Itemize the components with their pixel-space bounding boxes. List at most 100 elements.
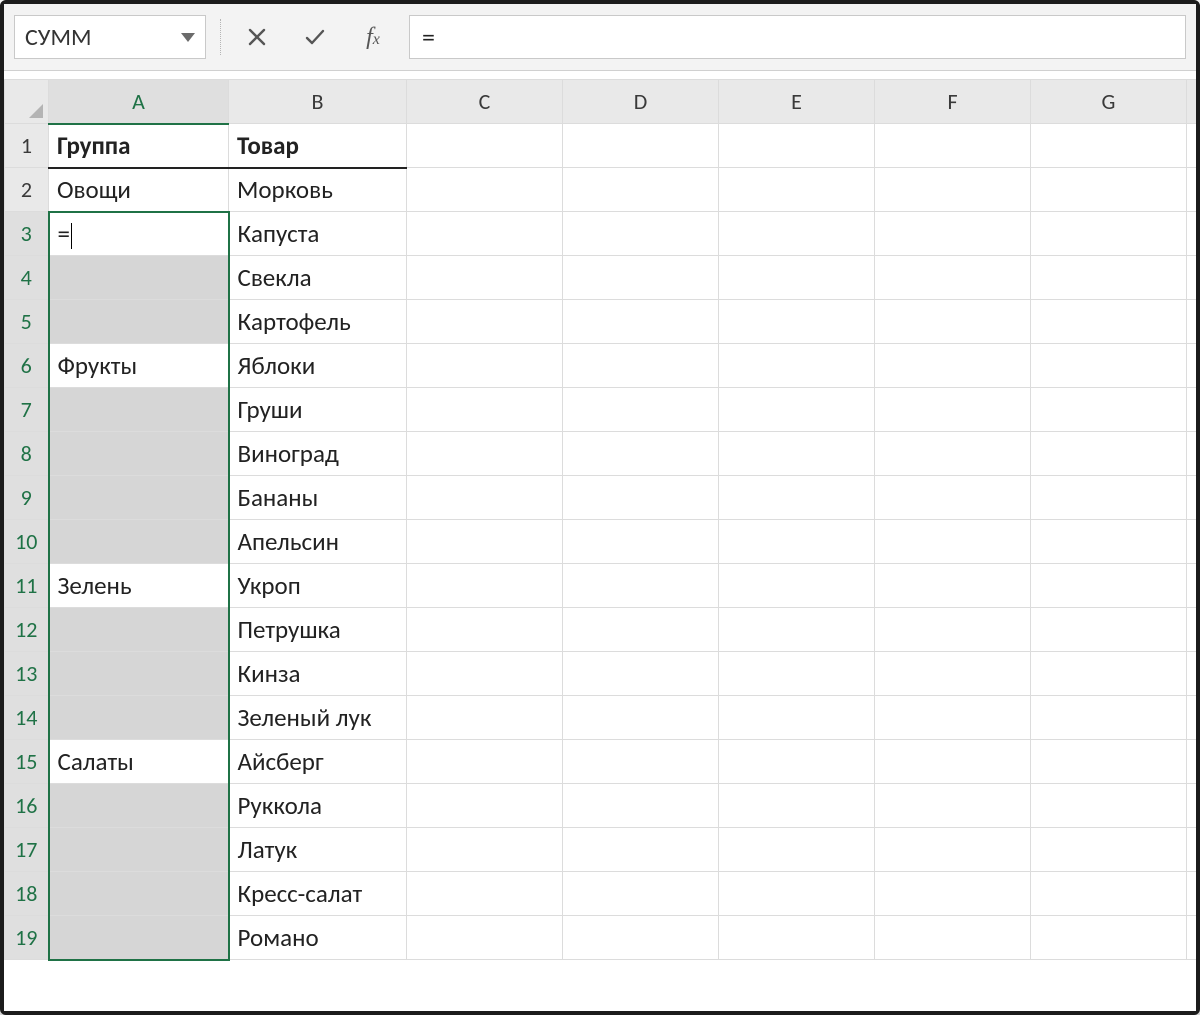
cell-H4[interactable]: [1187, 256, 1197, 300]
row-header-1[interactable]: 1: [5, 124, 49, 168]
cell-H3[interactable]: [1187, 212, 1197, 256]
column-header-H[interactable]: H: [1187, 80, 1197, 124]
row-header-15[interactable]: 15: [5, 740, 49, 784]
row-header-19[interactable]: 19: [5, 916, 49, 960]
cell-H18[interactable]: [1187, 872, 1197, 916]
cell-C18[interactable]: [407, 872, 563, 916]
column-header-B[interactable]: B: [229, 80, 407, 124]
cell-C9[interactable]: [407, 476, 563, 520]
cell-F17[interactable]: [875, 828, 1031, 872]
cell-E15[interactable]: [719, 740, 875, 784]
row-header-3[interactable]: 3: [5, 212, 49, 256]
cell-G7[interactable]: [1031, 388, 1187, 432]
cell-D9[interactable]: [563, 476, 719, 520]
cell-B10[interactable]: Апельсин: [229, 520, 407, 564]
column-header-A[interactable]: A: [49, 80, 229, 124]
cell-G9[interactable]: [1031, 476, 1187, 520]
chevron-down-icon[interactable]: [181, 33, 195, 42]
cell-H13[interactable]: [1187, 652, 1197, 696]
cell-B12[interactable]: Петрушка: [229, 608, 407, 652]
row-header-4[interactable]: 4: [5, 256, 49, 300]
cell-A16[interactable]: [49, 784, 229, 828]
cell-G15[interactable]: [1031, 740, 1187, 784]
cell-D18[interactable]: [563, 872, 719, 916]
name-box[interactable]: СУММ: [14, 15, 206, 59]
cell-H6[interactable]: [1187, 344, 1197, 388]
row-header-9[interactable]: 9: [5, 476, 49, 520]
cell-D17[interactable]: [563, 828, 719, 872]
column-header-C[interactable]: C: [407, 80, 563, 124]
cell-F14[interactable]: [875, 696, 1031, 740]
row-header-17[interactable]: 17: [5, 828, 49, 872]
cell-G18[interactable]: [1031, 872, 1187, 916]
cell-A17[interactable]: [49, 828, 229, 872]
cell-G12[interactable]: [1031, 608, 1187, 652]
cell-E4[interactable]: [719, 256, 875, 300]
cell-D7[interactable]: [563, 388, 719, 432]
cell-E18[interactable]: [719, 872, 875, 916]
cell-F7[interactable]: [875, 388, 1031, 432]
row-header-14[interactable]: 14: [5, 696, 49, 740]
cell-C17[interactable]: [407, 828, 563, 872]
row-header-16[interactable]: 16: [5, 784, 49, 828]
cell-D5[interactable]: [563, 300, 719, 344]
row-header-6[interactable]: 6: [5, 344, 49, 388]
cell-G5[interactable]: [1031, 300, 1187, 344]
cell-B9[interactable]: Бананы: [229, 476, 407, 520]
cell-G1[interactable]: [1031, 124, 1187, 168]
insert-function-button[interactable]: fx: [351, 24, 395, 51]
cell-C12[interactable]: [407, 608, 563, 652]
cell-A11[interactable]: Зелень: [49, 564, 229, 608]
cell-F18[interactable]: [875, 872, 1031, 916]
cell-G4[interactable]: [1031, 256, 1187, 300]
cell-H5[interactable]: [1187, 300, 1197, 344]
cell-H7[interactable]: [1187, 388, 1197, 432]
cell-E10[interactable]: [719, 520, 875, 564]
cell-D8[interactable]: [563, 432, 719, 476]
cell-C10[interactable]: [407, 520, 563, 564]
cell-C6[interactable]: [407, 344, 563, 388]
row-header-7[interactable]: 7: [5, 388, 49, 432]
cell-H16[interactable]: [1187, 784, 1197, 828]
cell-H14[interactable]: [1187, 696, 1197, 740]
select-all-button[interactable]: [5, 80, 49, 124]
cell-A9[interactable]: [49, 476, 229, 520]
cell-B1[interactable]: Товар: [229, 124, 407, 168]
cell-F9[interactable]: [875, 476, 1031, 520]
cell-D4[interactable]: [563, 256, 719, 300]
cell-G17[interactable]: [1031, 828, 1187, 872]
cell-A12[interactable]: [49, 608, 229, 652]
cell-A18[interactable]: [49, 872, 229, 916]
cell-A3[interactable]: =: [49, 212, 229, 256]
column-header-F[interactable]: F: [875, 80, 1031, 124]
cell-D14[interactable]: [563, 696, 719, 740]
cell-F4[interactable]: [875, 256, 1031, 300]
cell-E7[interactable]: [719, 388, 875, 432]
cell-A10[interactable]: [49, 520, 229, 564]
row-header-18[interactable]: 18: [5, 872, 49, 916]
cell-H11[interactable]: [1187, 564, 1197, 608]
column-header-E[interactable]: E: [719, 80, 875, 124]
cell-F13[interactable]: [875, 652, 1031, 696]
cell-C11[interactable]: [407, 564, 563, 608]
cell-B3[interactable]: Капуста: [229, 212, 407, 256]
cell-B17[interactable]: Латук: [229, 828, 407, 872]
cell-C8[interactable]: [407, 432, 563, 476]
row-header-8[interactable]: 8: [5, 432, 49, 476]
cell-B5[interactable]: Картофель: [229, 300, 407, 344]
cell-A7[interactable]: [49, 388, 229, 432]
cell-E11[interactable]: [719, 564, 875, 608]
cell-B2[interactable]: Морковь: [229, 168, 407, 212]
cell-E1[interactable]: [719, 124, 875, 168]
cell-H19[interactable]: [1187, 916, 1197, 960]
column-header-G[interactable]: G: [1031, 80, 1187, 124]
cell-G6[interactable]: [1031, 344, 1187, 388]
cell-D13[interactable]: [563, 652, 719, 696]
cell-B8[interactable]: Виноград: [229, 432, 407, 476]
cell-E13[interactable]: [719, 652, 875, 696]
cell-B14[interactable]: Зеленый лук: [229, 696, 407, 740]
cell-E8[interactable]: [719, 432, 875, 476]
cell-G11[interactable]: [1031, 564, 1187, 608]
cell-D15[interactable]: [563, 740, 719, 784]
cell-G16[interactable]: [1031, 784, 1187, 828]
